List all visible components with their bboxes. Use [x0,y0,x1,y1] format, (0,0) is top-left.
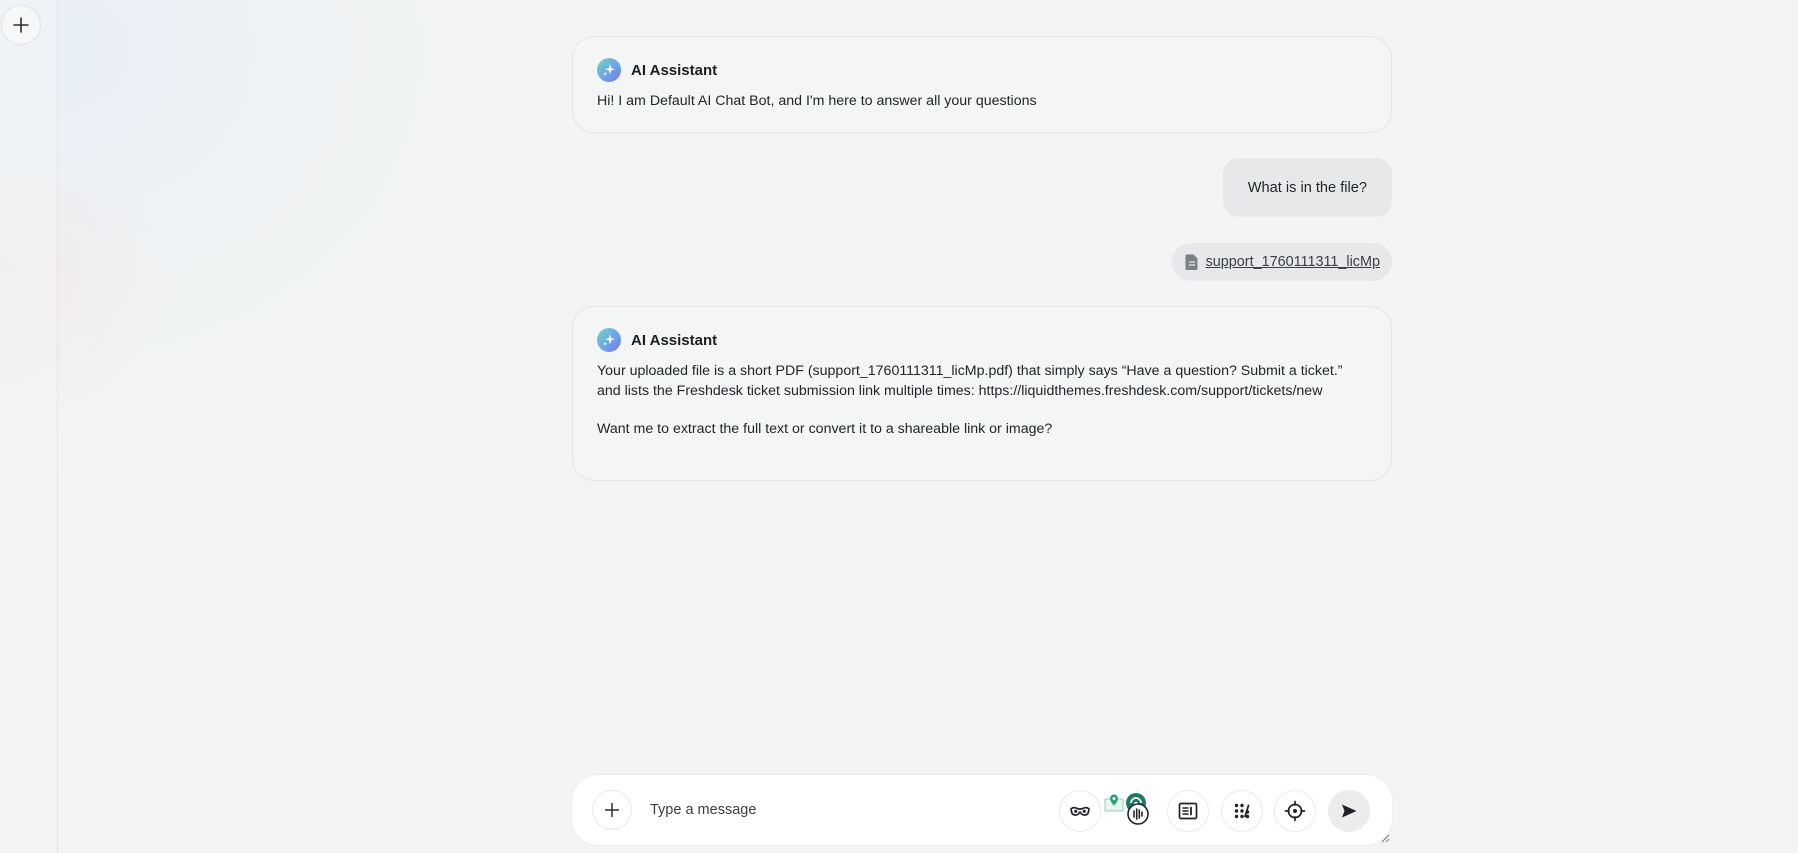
assistant-message: AI Assistant Hi! I am Default AI Chat Bo… [572,36,1392,133]
add-attachment-button[interactable] [592,790,632,830]
attachment-name[interactable]: support_1760111311_licMp [1206,254,1380,270]
reply-paragraph: Your uploaded file is a short PDF (suppo… [597,363,1343,399]
attachment-chip[interactable]: support_1760111311_licMp [1171,243,1392,281]
resize-handle-icon[interactable] [1380,833,1390,843]
assistant-message: AI Assistant Your uploaded file is a sho… [572,306,1392,481]
send-icon [1342,804,1357,818]
incognito-button[interactable] [1059,790,1101,832]
locate-button[interactable] [1274,790,1316,832]
message-input[interactable] [650,795,1050,825]
incognito-mask-icon [1070,806,1090,816]
message-composer [572,775,1392,845]
new-chat-button[interactable] [1,5,41,45]
reply-paragraph: Want me to extract the full text or conv… [597,421,1053,437]
assistant-avatar [597,58,621,82]
left-rail [0,0,58,853]
assistant-name: AI Assistant [631,331,718,349]
document-icon [1185,254,1198,270]
user-message-text: What is in the file? [1247,179,1367,196]
plus-icon [13,17,29,33]
assistant-header: AI Assistant [597,328,1367,352]
apps-grid-icon [1234,803,1250,819]
chat-page: AI Assistant Hi! I am Default AI Chat Bo… [0,0,1798,853]
assistant-avatar [597,328,621,352]
reader-icon [1178,802,1198,820]
sparkle-icon [603,64,615,76]
assistant-message-text: Hi! I am Default AI Chat Bot, and I'm he… [597,91,1367,111]
send-button[interactable] [1328,790,1370,832]
assistant-header: AI Assistant [597,58,1367,82]
sparkle-icon [603,334,615,346]
plus-icon [604,802,620,818]
microphone-wave-icon [1127,803,1149,825]
user-message: What is in the file? [1222,158,1392,217]
assistant-message-text: Your uploaded file is a short PDF (suppo… [597,361,1367,439]
extension-icons[interactable] [1104,791,1152,831]
reader-button[interactable] [1167,790,1209,832]
assistant-name: AI Assistant [631,61,718,79]
locate-target-icon [1284,800,1306,822]
greeting-text: Hi! I am Default AI Chat Bot, and I'm he… [597,93,1037,109]
location-pin-icon [1104,794,1124,812]
background-glow [0,0,640,540]
apps-button[interactable] [1221,790,1263,832]
